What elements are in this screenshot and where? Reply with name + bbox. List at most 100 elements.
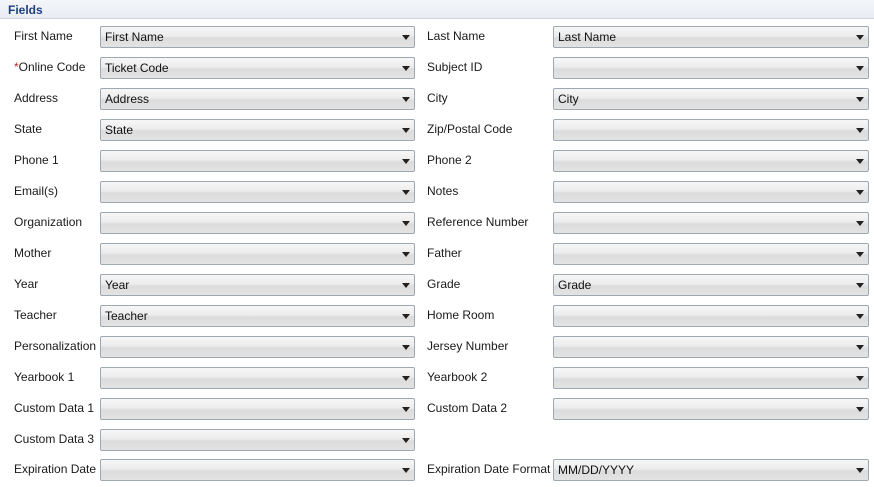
jersey-number-dropdown[interactable]: [553, 336, 869, 358]
subject-id-label: Subject ID: [427, 59, 482, 75]
custom-data-1-label: Custom Data 1: [14, 400, 94, 416]
chevron-down-icon[interactable]: [402, 314, 410, 319]
custom-data-2-dropdown[interactable]: [553, 398, 869, 420]
zip-postal-code-dropdown[interactable]: [553, 119, 869, 141]
chevron-down-icon[interactable]: [402, 128, 410, 133]
address-dropdown[interactable]: Address: [100, 88, 415, 110]
first-name-label: First Name: [14, 28, 73, 44]
chevron-down-icon[interactable]: [402, 468, 410, 473]
first-name-selected-value: First Name: [105, 30, 164, 44]
grade-dropdown[interactable]: Grade: [553, 274, 869, 296]
chevron-down-icon[interactable]: [402, 252, 410, 257]
yearbook-1-selected-value: [105, 371, 396, 385]
chevron-down-icon[interactable]: [856, 221, 864, 226]
online-code-label: *Online Code: [14, 59, 85, 75]
grade-selected-value: Grade: [558, 278, 592, 292]
yearbook-2-label-text: Yearbook 2: [427, 370, 488, 384]
address-selected-value: Address: [105, 92, 150, 106]
father-selected-value: [558, 247, 850, 261]
chevron-down-icon[interactable]: [856, 314, 864, 319]
state-dropdown[interactable]: State: [100, 119, 415, 141]
zip-postal-code-selected-value: [558, 123, 850, 137]
chevron-down-icon[interactable]: [402, 190, 410, 195]
address-label-text: Address: [14, 91, 59, 105]
yearbook-1-dropdown[interactable]: [100, 367, 415, 389]
reference-number-selected-value: [558, 216, 850, 230]
last-name-label: Last Name: [427, 28, 485, 44]
chevron-down-icon[interactable]: [402, 438, 410, 443]
chevron-down-icon[interactable]: [402, 221, 410, 226]
chevron-down-icon[interactable]: [856, 376, 864, 381]
chevron-down-icon[interactable]: [856, 128, 864, 133]
organization-dropdown[interactable]: [100, 212, 415, 234]
home-room-dropdown[interactable]: [553, 305, 869, 327]
chevron-down-icon[interactable]: [856, 407, 864, 412]
chevron-down-icon[interactable]: [402, 97, 410, 102]
personalization-dropdown[interactable]: [100, 336, 415, 358]
teacher-dropdown[interactable]: Teacher: [100, 305, 415, 327]
last-name-dropdown[interactable]: Last Name: [553, 26, 869, 48]
notes-dropdown[interactable]: [553, 181, 869, 203]
chevron-down-icon[interactable]: [856, 345, 864, 350]
phone-2-label: Phone 2: [427, 152, 472, 168]
zip-postal-code-label-text: Zip/Postal Code: [427, 122, 513, 136]
subject-id-dropdown[interactable]: [553, 57, 869, 79]
organization-label-text: Organization: [14, 215, 83, 229]
expiration-date-dropdown[interactable]: [100, 459, 415, 481]
father-label-text: Father: [427, 246, 462, 260]
chevron-down-icon[interactable]: [402, 407, 410, 412]
chevron-down-icon[interactable]: [402, 35, 410, 40]
father-dropdown[interactable]: [553, 243, 869, 265]
first-name-dropdown[interactable]: First Name: [100, 26, 415, 48]
chevron-down-icon[interactable]: [402, 283, 410, 288]
chevron-down-icon[interactable]: [856, 468, 864, 473]
expiration-date-format-dropdown[interactable]: MM/DD/YYYY: [553, 459, 869, 481]
email-s-dropdown[interactable]: [100, 181, 415, 203]
custom-data-2-selected-value: [558, 402, 850, 416]
mother-dropdown[interactable]: [100, 243, 415, 265]
home-room-selected-value: [558, 309, 850, 323]
last-name-label-text: Last Name: [427, 29, 486, 43]
chevron-down-icon[interactable]: [402, 159, 410, 164]
year-dropdown[interactable]: Year: [100, 274, 415, 296]
yearbook-2-dropdown[interactable]: [553, 367, 869, 389]
mother-label-text: Mother: [14, 246, 52, 260]
jersey-number-label-text: Jersey Number: [427, 339, 509, 353]
chevron-down-icon[interactable]: [856, 283, 864, 288]
phone-1-dropdown[interactable]: [100, 150, 415, 172]
personalization-label: Personalization: [14, 338, 96, 354]
last-name-selected-value: Last Name: [558, 30, 617, 44]
reference-number-dropdown[interactable]: [553, 212, 869, 234]
chevron-down-icon[interactable]: [856, 97, 864, 102]
email-s-label: Email(s): [14, 183, 58, 199]
subject-id-selected-value: [558, 61, 850, 75]
teacher-selected-value: Teacher: [105, 309, 148, 323]
phone-1-selected-value: [105, 154, 396, 168]
chevron-down-icon[interactable]: [856, 159, 864, 164]
address-label: Address: [14, 90, 58, 106]
online-code-dropdown[interactable]: Ticket Code: [100, 57, 415, 79]
custom-data-3-dropdown[interactable]: [100, 429, 415, 451]
custom-data-1-dropdown[interactable]: [100, 398, 415, 420]
city-dropdown[interactable]: City: [553, 88, 869, 110]
home-room-label-text: Home Room: [427, 308, 495, 322]
year-label: Year: [14, 276, 38, 292]
grade-label-text: Grade: [427, 277, 461, 291]
custom-data-2-label: Custom Data 2: [427, 400, 507, 416]
phone-1-label-text: Phone 1: [14, 153, 59, 167]
chevron-down-icon[interactable]: [856, 35, 864, 40]
email-s-selected-value: [105, 185, 396, 199]
chevron-down-icon[interactable]: [856, 66, 864, 71]
phone-2-label-text: Phone 2: [427, 153, 472, 167]
chevron-down-icon[interactable]: [402, 345, 410, 350]
chevron-down-icon[interactable]: [856, 252, 864, 257]
chevron-down-icon[interactable]: [402, 376, 410, 381]
organization-label: Organization: [14, 214, 82, 230]
jersey-number-selected-value: [558, 340, 850, 354]
yearbook-2-selected-value: [558, 371, 850, 385]
city-label: City: [427, 90, 448, 106]
subject-id-label-text: Subject ID: [427, 60, 483, 74]
phone-2-dropdown[interactable]: [553, 150, 869, 172]
chevron-down-icon[interactable]: [856, 190, 864, 195]
chevron-down-icon[interactable]: [402, 66, 410, 71]
